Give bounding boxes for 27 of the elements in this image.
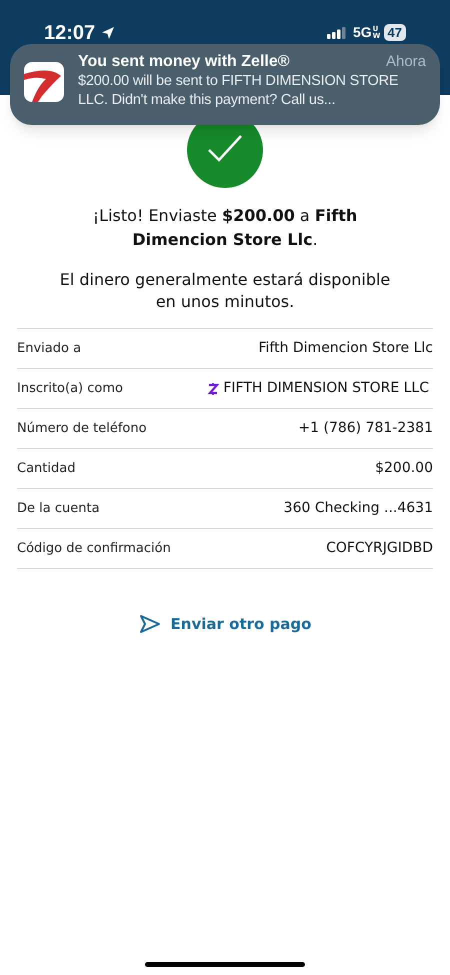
detail-label: Cantidad <box>17 460 76 478</box>
detail-label: De la cuenta <box>17 500 100 518</box>
detail-value: FIFTH DIMENSION STORE LLC <box>223 379 430 398</box>
notification-title: You sent money with Zelle® <box>78 52 290 72</box>
detail-label: Enviado a <box>17 340 82 358</box>
notification-body: $200.00 will be sent to FIFTH DIMENSION STORE LLC. Didn't make this payment? Call us... <box>78 72 400 110</box>
detail-label: Inscrito(a) como <box>17 380 123 398</box>
send-another-payment-button[interactable]: Enviar otro pago <box>138 613 312 636</box>
signal-icon <box>326 26 347 38</box>
notification-banner[interactable]: You sent money with Zelle® Ahora $200.00 will be sent to FIFTH DIMENSION STORE LLC. Didn't make this payment? Call us... <box>10 44 440 125</box>
detail-value: $200.00 <box>375 459 433 478</box>
zelle-icon <box>207 382 220 396</box>
detail-label: Número de teléfono <box>17 420 147 438</box>
detail-value: Fifth Dimencion Store Llc <box>258 339 433 358</box>
app-icon <box>24 62 64 102</box>
clock-time: 12:07 <box>44 21 96 46</box>
detail-label: Código de confirmación <box>17 540 171 558</box>
network-label: 5G <box>352 23 372 42</box>
detail-value: 360 Checking ...4631 <box>284 499 433 518</box>
detail-value: +1 (786) 781-2381 <box>298 419 433 438</box>
detail-value: COFCYRJGIDBD <box>326 539 433 558</box>
send-icon <box>138 614 161 634</box>
location-arrow-icon <box>101 26 116 40</box>
confirmation-message: El dinero generalmente estará disponible en unos minutos. <box>58 269 392 313</box>
confirmation-headline: ¡Listo! Enviaste $200.00 a Fifth Dimencion Store Llc. <box>92 205 358 251</box>
battery-indicator: 47 <box>384 24 406 41</box>
notification-time: Ahora <box>386 52 426 72</box>
